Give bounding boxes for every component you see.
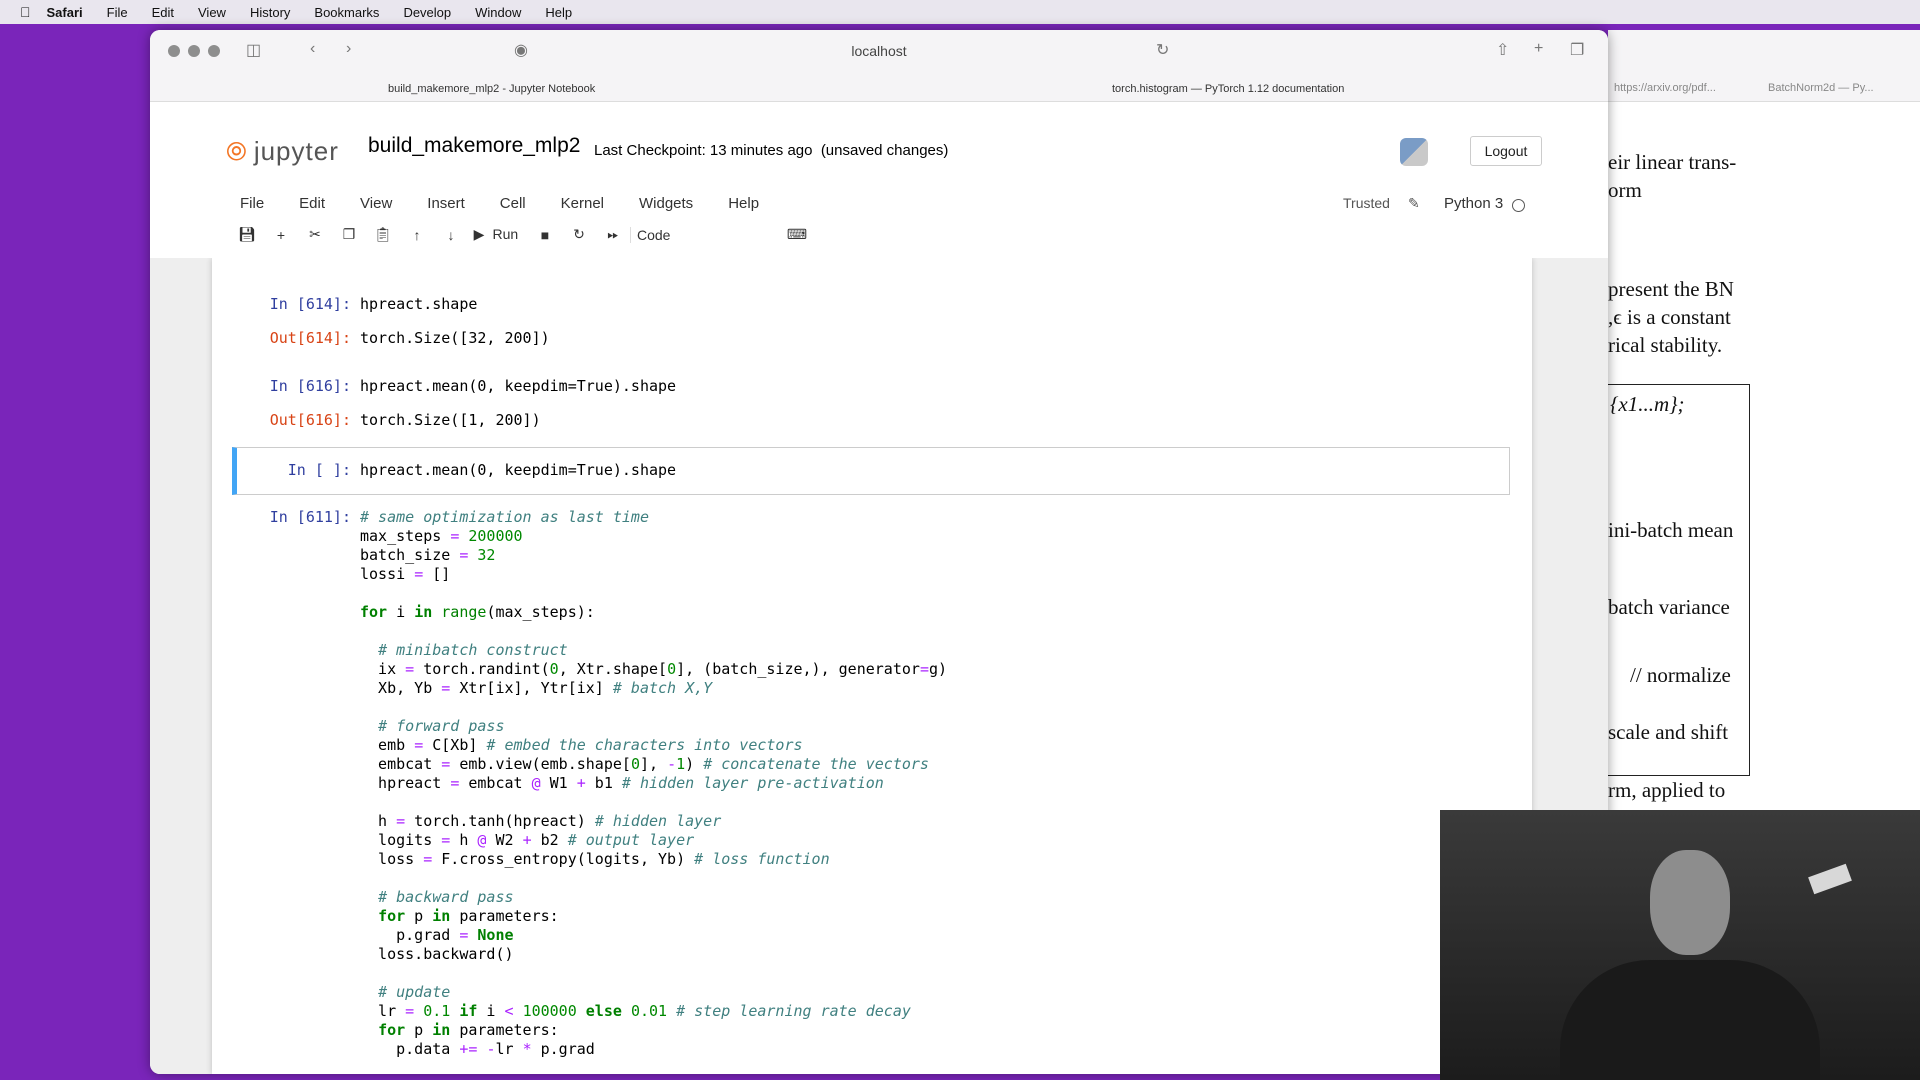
run-button[interactable]: ▶ Run [468,226,528,243]
output-prompt: Out[616]: [269,411,351,429]
menubar-develop[interactable]: Develop [403,5,451,20]
share-icon[interactable]: ⇧ [1496,40,1509,60]
macos-menubar:  Safari File Edit View History Bookmark… [0,0,1920,24]
pdf-line: rical stability. [1608,333,1723,357]
menu-kernel[interactable]: Kernel [561,195,604,212]
output-prompt: Out[614]: [269,329,351,347]
trusted-indicator[interactable]: Trusted [1343,195,1390,211]
cell-code[interactable]: hpreact.mean(0, keepdim=True).shape [360,377,676,396]
output-area: Out[614]: torch.Size([32, 200]) [237,329,1507,349]
pdf-line: batch variance [1608,595,1730,619]
menubar-help[interactable]: Help [545,5,572,20]
cell-output: torch.Size([1, 200]) [360,411,541,429]
pdf-line: present the BN [1608,277,1734,301]
menubar-history[interactable]: History [250,5,290,20]
cell-code[interactable]: hpreact.mean(0, keepdim=True).shape [360,461,676,480]
logout-button[interactable]: Logout [1470,136,1542,166]
menubar-app-name[interactable]: Safari [47,5,83,20]
code-cell[interactable]: In [611]: # same optimization as last ti… [237,508,1507,1068]
menubar-view[interactable]: View [198,5,226,20]
move-up-icon[interactable]: ↑ [400,227,434,243]
address-bar[interactable]: localhost [150,43,1608,59]
save-icon[interactable]: 💾︎ [230,226,264,243]
checkpoint-status: Last Checkpoint: 13 minutes ago (unsaved… [594,142,948,159]
cell-output: torch.Size([32, 200]) [360,329,550,347]
kernel-status-icon [1512,199,1525,212]
cell-type-select[interactable]: Code [630,226,760,243]
reload-icon[interactable]: ↻ [1156,40,1169,60]
pdf-line: // normalize [1630,663,1731,687]
keyboard-icon[interactable]: ⌨ [780,226,814,243]
cell-code-training-loop[interactable]: # same optimization as last time max_ste… [360,508,947,1074]
restart-icon[interactable]: ↻ [562,226,596,243]
notebook-title[interactable]: build_makemore_mlp2 [368,134,580,158]
python-logo-icon [1400,138,1428,166]
menu-help[interactable]: Help [728,195,759,212]
browser-toolbar: ◫ ‹ › ◉ localhost ↻ ⇧ + ❐ build_makemore… [150,30,1608,102]
output-area: Out[616]: torch.Size([1, 200]) [237,411,1507,431]
pdf-line: ini-batch mean [1608,518,1734,542]
fast-forward-icon[interactable]: ⏩︎ [596,226,630,243]
insert-cell-icon[interactable]: + [264,227,298,243]
run-label: Run [492,226,519,242]
pencil-icon[interactable]: ✎ [1408,195,1420,212]
algorithm-box [1598,384,1750,776]
tab-overview-icon[interactable]: ❐ [1570,40,1584,60]
apple-icon[interactable]:  [20,4,31,20]
pdf-line: eir linear trans- [1608,150,1737,174]
pdf-tab-arxiv[interactable]: https://arxiv.org/pdf... [1614,82,1716,94]
code-cell[interactable]: In [614]: hpreact.shape [237,295,1507,315]
stop-icon[interactable]: ■ [528,227,562,243]
pdf-line: rm, applied to [1608,778,1726,802]
input-prompt: In [616]: [269,377,351,395]
menubar-edit[interactable]: Edit [152,5,174,20]
selected-code-cell[interactable]: In [ ]: hpreact.mean(0, keepdim=True).sh… [232,447,1510,495]
notebook-menu: File Edit View Insert Cell Kernel Widget… [240,195,794,212]
pdf-toolbar: https://arxiv.org/pdf... BatchNorm2d — P… [1608,30,1920,102]
pdf-line: ,ϵ is a constant [1608,305,1731,329]
checkpoint-text: Last Checkpoint: 13 minutes ago [594,142,813,159]
input-prompt: In [614]: [269,295,351,313]
paste-icon[interactable]: 📋︎ [366,226,400,243]
jupyter-header: ⦾ jupyter build_makemore_mlp2 Last Checkp… [150,102,1608,258]
jupyter-logo-icon: ⦾ [226,136,248,166]
menubar-bookmarks[interactable]: Bookmarks [314,5,379,20]
unsaved-text: (unsaved changes) [820,142,949,159]
copy-icon[interactable]: ❐ [332,226,366,243]
jupyter-logo[interactable]: ⦾ jupyter [226,136,339,168]
notebook-toolbar: 💾︎ + ✂ ❐ 📋︎ ↑ ↓ ▶ Run ■ ↻ ⏩︎ Code ⌨ [230,226,814,243]
menubar-file[interactable]: File [107,5,128,20]
notebook-page: In [614]: hpreact.shape Out[614]: torch.… [212,258,1532,1074]
webcam-overlay [1440,810,1920,1080]
cell-code[interactable]: hpreact.shape [360,295,477,314]
pdf-tab-batchnorm[interactable]: BatchNorm2d — Py... [1768,82,1874,94]
menu-view[interactable]: View [360,195,392,212]
notebook-area: In [614]: hpreact.shape Out[614]: torch.… [150,258,1608,1074]
kernel-name[interactable]: Python 3 [1444,195,1503,212]
presenter-head [1650,850,1730,955]
menu-edit[interactable]: Edit [299,195,325,212]
cut-icon[interactable]: ✂ [298,226,332,243]
menu-cell[interactable]: Cell [500,195,526,212]
background-lamp [1808,863,1852,895]
tab-pytorch-docs[interactable]: torch.histogram — PyTorch 1.12 documenta… [1112,83,1344,95]
pdf-line: {x1...m}; [1610,392,1685,416]
jupyter-logo-text: jupyter [253,136,339,166]
menu-widgets[interactable]: Widgets [639,195,693,212]
menu-file[interactable]: File [240,195,264,212]
new-tab-icon[interactable]: + [1534,40,1543,58]
presenter-body [1560,960,1820,1080]
pdf-line: orm [1608,178,1642,202]
input-prompt: In [ ]: [287,461,351,479]
menubar-window[interactable]: Window [475,5,521,20]
move-down-icon[interactable]: ↓ [434,227,468,243]
input-prompt: In [611]: [269,508,351,526]
tab-jupyter[interactable]: build_makemore_mlp2 - Jupyter Notebook [388,83,595,95]
menu-insert[interactable]: Insert [427,195,465,212]
code-cell[interactable]: In [616]: hpreact.mean(0, keepdim=True).… [237,377,1507,397]
pdf-line: scale and shift [1608,720,1729,744]
safari-window: ◫ ‹ › ◉ localhost ↻ ⇧ + ❐ build_makemore… [150,30,1608,1074]
